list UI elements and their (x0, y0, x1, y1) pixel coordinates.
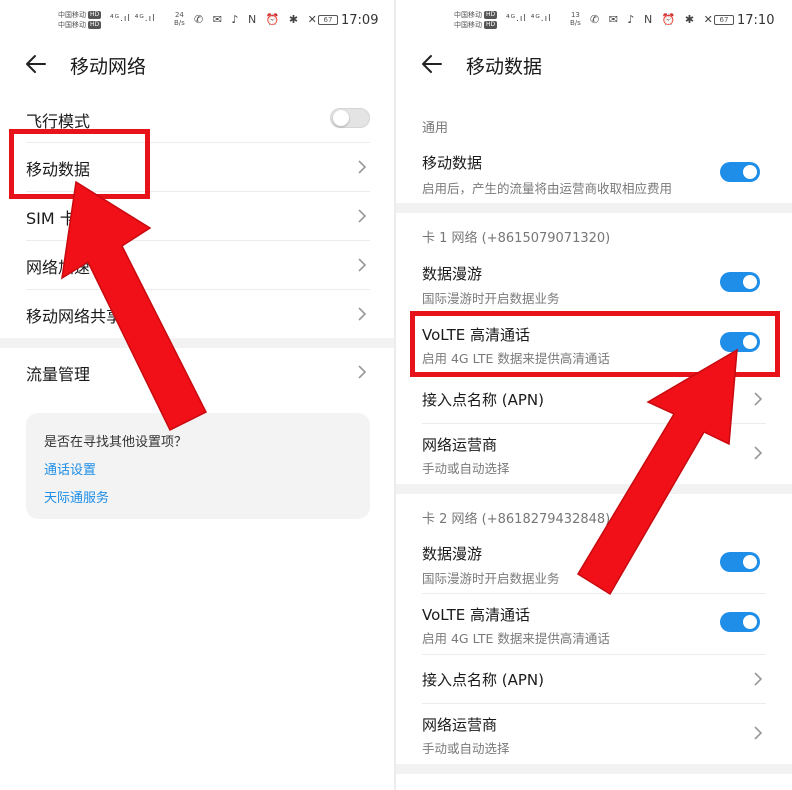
sim2-volte-toggle[interactable] (720, 612, 760, 632)
battery-icon: 67 (318, 15, 338, 25)
general-section-heading: 通用 (422, 121, 449, 136)
divider (422, 593, 766, 594)
sim1-operator-label: 网络运营商 (422, 436, 498, 454)
sim1-operator-row[interactable]: 网络运营商 手动或自动选择 (422, 424, 766, 482)
mobile-data-row[interactable]: 移动数据 启用后，产生的流量将由运营商收取相应费用 (422, 144, 766, 200)
sim2-roaming-description: 国际漫游时开启数据业务 (422, 571, 560, 586)
sim2-roaming-toggle[interactable] (720, 552, 760, 572)
sim2-apn-label: 接入点名称 (APN) (422, 671, 545, 689)
carrier-2: 中国移动 (454, 21, 482, 29)
sim1-section-heading: 卡 1 网络 (+8615079071320) (422, 231, 611, 246)
sim1-apn-row[interactable]: 接入点名称 (APN) (422, 375, 766, 423)
carrier-1: 中国移动 (58, 11, 86, 19)
sim1-apn-label: 接入点名称 (APN) (422, 391, 545, 409)
sim1-roaming-toggle[interactable] (720, 272, 760, 292)
hd-badge: HD (484, 21, 498, 29)
mobile-data-screen: 中国移动 HD 中国移动 HD ⁴ᴳ.ıl ⁴ᴳ.ıl 13 B/s ✆ ✉ ♪ N… (396, 0, 792, 790)
chevron-right-icon (754, 446, 763, 460)
section-divider (396, 764, 792, 774)
signal-icon: ⁴ᴳ.ıl ⁴ᴳ.ıl (110, 14, 156, 24)
section-divider (0, 338, 396, 348)
sim2-volte-label: VoLTE 高清通话 (422, 606, 530, 624)
status-icons: ✆ ✉ ♪ N ⏰ ✱ ✕ (590, 13, 716, 26)
sim2-roaming-row[interactable]: 数据漫游 国际漫游时开启数据业务 (422, 536, 766, 592)
sim1-operator-description: 手动或自动选择 (422, 461, 510, 476)
mobile-data-toggle[interactable] (720, 162, 760, 182)
page-header: 移动网络 (0, 44, 396, 84)
net-speed-unit: B/s (174, 19, 185, 27)
net-speed: 13 B/s (570, 11, 581, 27)
tethering-row[interactable]: 移动网络共享 (26, 290, 370, 338)
mobile-network-screen: 中国移动 HD 中国移动 HD ⁴ᴳ.ıl ⁴ᴳ.ıl 24 B/s ✆ ✉ ♪ N… (0, 0, 396, 790)
toggle-knob (743, 275, 757, 289)
sim2-operator-label: 网络运营商 (422, 716, 498, 734)
sim1-roaming-label: 数据漫游 (422, 265, 483, 283)
chevron-right-icon (358, 307, 367, 321)
clock: 17:09 (341, 13, 379, 28)
sim2-apn-row[interactable]: 接入点名称 (APN) (422, 655, 766, 703)
sim2-volte-row[interactable]: VoLTE 高清通话 启用 4G LTE 数据来提供高清通话 (422, 596, 766, 652)
sim2-operator-description: 手动或自动选择 (422, 741, 510, 756)
sim-management-row[interactable]: SIM 卡管理 (26, 192, 370, 240)
mobile-data-label: 移动数据 (422, 154, 483, 172)
battery-icon: 67 (714, 15, 734, 25)
toggle-knob (743, 165, 757, 179)
carrier-2: 中国移动 (58, 21, 86, 29)
suggestion-question: 是否在寻找其他设置项？ (44, 435, 188, 450)
hd-badge: HD (88, 21, 102, 29)
call-settings-link[interactable]: 通话设置 (44, 459, 96, 478)
data-usage-row[interactable]: 流量管理 (26, 348, 370, 396)
status-icons: ✆ ✉ ♪ N ⏰ ✱ ✕ (194, 13, 320, 26)
status-bar: 中国移动 HD 中国移动 HD ⁴ᴳ.ıl ⁴ᴳ.ıl 13 B/s ✆ ✉ ♪ N… (396, 8, 792, 34)
sim2-section-heading: 卡 2 网络 (+8618279432848) (422, 512, 611, 527)
sim-management-label: SIM 卡管理 (26, 209, 108, 228)
chevron-right-icon (754, 726, 763, 740)
hd-badge: HD (88, 11, 102, 19)
net-speed-value: 13 (570, 11, 580, 19)
page-title: 移动网络 (70, 56, 147, 78)
carrier-labels: 中国移动 HD 中国移动 HD (454, 10, 498, 30)
network-acceleration-row[interactable]: 网络加速 (26, 241, 370, 289)
chevron-right-icon (754, 392, 763, 406)
toggle-knob (743, 615, 757, 629)
highlight-box (9, 129, 150, 199)
chevron-right-icon (358, 160, 367, 174)
section-divider (396, 203, 792, 213)
chevron-right-icon (754, 672, 763, 686)
status-bar: 中国移动 HD 中国移动 HD ⁴ᴳ.ıl ⁴ᴳ.ıl 24 B/s ✆ ✉ ♪ N… (0, 8, 396, 34)
arrow-left-icon[interactable] (24, 52, 48, 76)
carrier-labels: 中国移动 HD 中国移动 HD (58, 10, 102, 30)
net-speed-unit: B/s (570, 19, 581, 27)
signal-icon: ⁴ᴳ.ıl ⁴ᴳ.ıl (506, 14, 552, 24)
sim1-roaming-row[interactable]: 数据漫游 国际漫游时开启数据业务 (422, 256, 766, 312)
mobile-data-description: 启用后，产生的流量将由运营商收取相应费用 (422, 181, 673, 196)
chevron-right-icon (358, 209, 367, 223)
toggle-knob (743, 555, 757, 569)
clock: 17:10 (737, 13, 775, 28)
tethering-label: 移动网络共享 (26, 307, 123, 326)
airplane-mode-toggle[interactable] (330, 108, 370, 128)
chevron-right-icon (358, 258, 367, 272)
net-speed: 24 B/s (174, 11, 185, 27)
sim2-roaming-label: 数据漫游 (422, 545, 483, 563)
section-divider (396, 484, 792, 494)
data-usage-label: 流量管理 (26, 365, 91, 384)
sim2-volte-description: 启用 4G LTE 数据来提供高清通话 (422, 631, 610, 646)
sim2-operator-row[interactable]: 网络运营商 手动或自动选择 (422, 704, 766, 762)
highlight-box (410, 311, 780, 377)
network-acceleration-label: 网络加速 (26, 258, 91, 277)
skytone-link[interactable]: 天际通服务 (44, 487, 109, 506)
toggle-knob (333, 110, 349, 126)
net-speed-value: 24 (174, 11, 184, 19)
carrier-1: 中国移动 (454, 11, 482, 19)
chevron-right-icon (358, 365, 367, 379)
sim1-roaming-description: 国际漫游时开启数据业务 (422, 291, 560, 306)
hd-badge: HD (484, 11, 498, 19)
suggestion-card: 是否在寻找其他设置项？ 通话设置 天际通服务 (26, 413, 370, 519)
arrow-left-icon[interactable] (420, 52, 444, 76)
page-header: 移动数据 (396, 44, 792, 84)
page-title: 移动数据 (466, 56, 543, 78)
